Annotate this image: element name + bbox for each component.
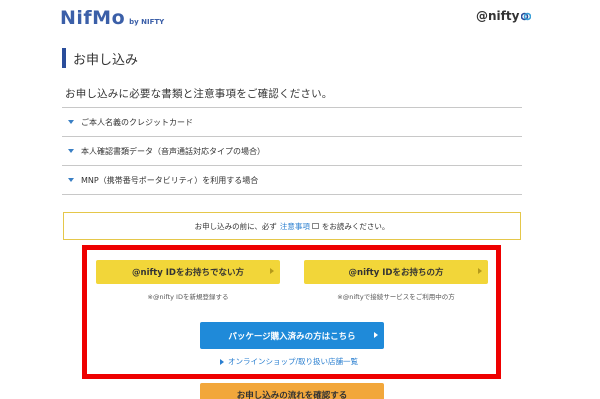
document-icon (311, 223, 319, 229)
button-label: @nifty IDをお持ちでない方 (132, 268, 244, 278)
doc-item-id-documents[interactable]: 本人確認書類データ（音声通話対応タイプの場合） (62, 137, 522, 166)
arrow-right-icon (374, 332, 378, 338)
logo-by-text: by NIFTY (129, 18, 165, 26)
online-shop-link[interactable]: オンラインショップ/取り扱い店舗一覧 (220, 356, 358, 367)
intro-text: お申し込みに必要な書類と注意事項をご確認ください。 (65, 88, 333, 100)
shop-link-label: オンラインショップ/取り扱い店舗一覧 (228, 357, 359, 366)
triangle-right-icon (220, 358, 224, 365)
notice-link[interactable]: 注意事項 (280, 221, 310, 232)
nifty-logo-text: @nifty (476, 9, 520, 23)
button-label: パッケージ購入済みの方はこちら (228, 331, 356, 342)
package-purchased-button[interactable]: パッケージ購入済みの方はこちら (200, 322, 384, 349)
logo-main-text: NifMo (60, 7, 126, 29)
page-title: お申し込み (62, 48, 138, 68)
caret-down-icon (68, 120, 74, 124)
required-documents-list: ご本人名義のクレジットカード 本人確認書類データ（音声通話対応タイプの場合） M… (62, 107, 522, 195)
arrow-right-icon (270, 268, 274, 274)
notice-box: お申し込みの前に、必ず 注意事項 をお読みください。 (63, 212, 521, 240)
doc-item-credit-card[interactable]: ご本人名義のクレジットカード (62, 108, 522, 137)
notice-after-text: をお読みください。 (321, 221, 390, 231)
no-nifty-id-button[interactable]: @nifty IDをお持ちでない方 (96, 260, 280, 284)
doc-item-label: MNP（携帯番号ポータビリティ）を利用する場合 (81, 175, 259, 185)
button-label: @nifty IDをお持ちの方 (348, 268, 444, 278)
has-id-note: ※@niftyで接続サービスをご利用中の方 (337, 293, 455, 301)
nifty-mark-icon (521, 12, 532, 20)
doc-item-mnp[interactable]: MNP（携帯番号ポータビリティ）を利用する場合 (62, 166, 522, 195)
button-label: お申し込みの流れを確認する (236, 391, 348, 399)
caret-down-icon (68, 149, 74, 153)
arrow-right-icon (478, 268, 482, 274)
doc-item-label: ご本人名義のクレジットカード (81, 117, 193, 127)
application-flow-button[interactable]: お申し込みの流れを確認する (200, 383, 384, 399)
notice-before-text: お申し込みの前に、必ず (194, 221, 277, 231)
nifmo-logo[interactable]: NifMo by NIFTY (60, 7, 164, 29)
nifty-logo[interactable]: @nifty (476, 9, 532, 23)
has-nifty-id-button[interactable]: @nifty IDをお持ちの方 (304, 260, 488, 284)
doc-item-label: 本人確認書類データ（音声通話対応タイプの場合） (81, 146, 265, 156)
no-id-note: ※@nifty IDを新規登録する (147, 293, 229, 301)
caret-down-icon (68, 178, 74, 182)
